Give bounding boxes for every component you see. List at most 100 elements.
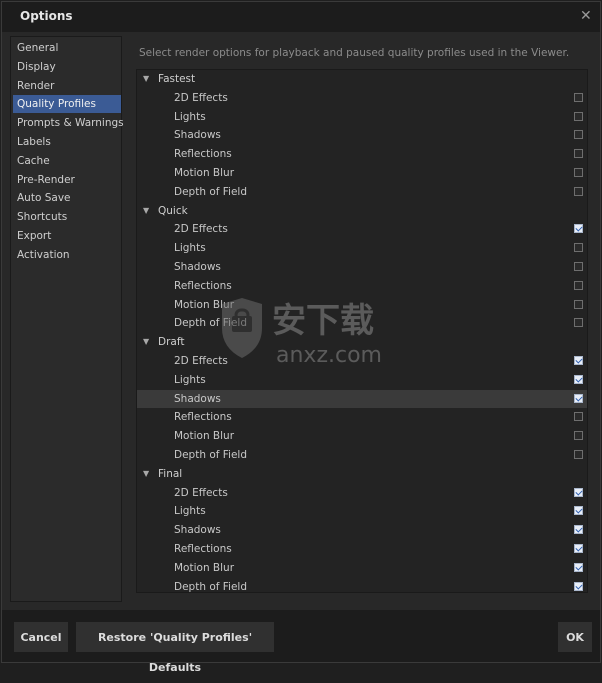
quality-profiles-tree: ▼ Fastest 2D Effects Lights Shadows Reflectio… [136,69,588,593]
ok-button[interactable]: OK [558,622,592,652]
option-label: Shadows [174,392,221,405]
option-label: 2D Effects [174,486,228,499]
chevron-down-icon[interactable]: ▼ [143,465,149,483]
option-label: Depth of Field [174,317,248,330]
option-label: Motion Blur [174,298,235,311]
option-checkbox[interactable] [574,168,583,177]
option-checkbox[interactable] [574,544,583,553]
option-label: Depth of Field [174,185,248,198]
option-row[interactable]: Shadows [137,126,587,144]
sidebar: General Display Render Quality Profiles Prom… [10,36,124,602]
option-row[interactable]: Shadows [137,389,587,408]
sidebar-item-activation[interactable]: Activation [13,246,121,264]
option-row[interactable]: 2D Effects [137,89,587,107]
option-checkbox[interactable] [574,111,583,121]
option-checkbox[interactable] [574,412,583,422]
option-checkbox[interactable] [574,130,583,140]
option-row[interactable]: Motion Blur [137,296,587,314]
option-row[interactable]: Reflections [137,277,587,295]
option-row[interactable]: 2D Effects [137,484,587,502]
restore-defaults-button[interactable]: Restore 'Quality Profiles' Defaults [76,622,274,674]
group-label: Draft [158,336,185,349]
option-row[interactable]: Lights [137,108,587,126]
option-row[interactable]: Lights [137,239,587,257]
option-row[interactable]: Shadows [137,258,587,276]
sidebar-item-display[interactable]: Display [13,58,121,76]
sidebar-item-render[interactable]: Render [13,77,121,95]
sidebar-item-quality-profiles[interactable]: Quality Profiles [13,95,121,114]
sidebar-item-prompts-warnings[interactable]: Prompts & Warnings [13,114,124,132]
page-description: Select render options for playback and p… [139,47,570,59]
option-checkbox[interactable] [574,356,583,365]
option-row[interactable]: Shadows [137,521,587,539]
option-row[interactable]: Lights [137,502,587,520]
option-label: 2D Effects [174,91,228,104]
option-row[interactable]: Depth of Field [137,183,587,201]
option-row[interactable]: Depth of Field [137,314,587,332]
group-quick[interactable]: ▼ Quick [137,202,587,220]
close-icon[interactable]: ✕ [580,8,592,24]
sidebar-item-pre-render[interactable]: Pre-Render [13,171,121,189]
option-label: Reflections [174,411,232,424]
option-row[interactable]: Depth of Field [137,446,587,464]
sidebar-item-auto-save[interactable]: Auto Save [13,189,121,207]
option-row[interactable]: 2D Effects [137,220,587,238]
option-label: Shadows [174,524,221,537]
option-row[interactable]: Depth of Field [137,578,587,596]
option-label: Depth of Field [174,449,248,461]
group-draft[interactable]: ▼ Draft [137,333,587,351]
option-label: Reflections [174,279,232,292]
option-checkbox[interactable] [574,186,583,196]
option-checkbox[interactable] [574,262,583,271]
option-label: Lights [174,505,206,518]
option-checkbox[interactable] [574,374,583,384]
option-label: Lights [174,242,206,255]
sidebar-item-cache[interactable]: Cache [13,152,121,170]
cancel-button[interactable]: Cancel [14,622,68,652]
option-label: Depth of Field [174,580,248,593]
option-checkbox[interactable] [574,525,583,535]
option-checkbox[interactable] [574,581,583,591]
chevron-down-icon[interactable]: ▼ [143,202,149,220]
option-checkbox[interactable] [574,92,583,102]
group-label: Final [158,467,183,480]
option-checkbox[interactable] [574,450,583,459]
option-row[interactable]: Reflections [137,408,587,426]
group-label: Quick [158,204,188,217]
options-dialog: Options ✕ General Display Render Quality Pr… [1,1,601,674]
option-row[interactable]: 2D Effects [137,352,587,370]
option-row[interactable]: Lights [137,371,587,389]
option-checkbox[interactable] [574,243,583,253]
dialog-footer: Cancel Restore 'Quality Profiles' Defaul… [2,610,600,674]
option-row[interactable]: Motion Blur [137,164,587,182]
option-checkbox[interactable] [574,149,583,159]
option-row[interactable]: Reflections [137,540,587,558]
option-checkbox[interactable] [574,318,583,328]
option-label: Lights [174,110,206,123]
option-checkbox[interactable] [574,393,583,403]
sidebar-item-general[interactable]: General [13,39,121,57]
group-label: Fastest [158,73,196,85]
option-row[interactable]: Motion Blur [137,427,587,445]
option-checkbox[interactable] [574,506,583,516]
chevron-down-icon[interactable]: ▼ [143,70,149,88]
option-label: Motion Blur [174,561,235,574]
option-checkbox[interactable] [574,280,583,290]
option-checkbox[interactable] [574,431,583,441]
sidebar-item-shortcuts[interactable]: Shortcuts [13,208,121,226]
option-label: Motion Blur [174,430,235,443]
option-checkbox[interactable] [574,562,583,572]
sidebar-item-export[interactable]: Export [13,227,121,245]
group-fastest[interactable]: ▼ Fastest [137,70,587,88]
chevron-down-icon[interactable]: ▼ [143,333,149,351]
option-checkbox[interactable] [574,224,583,234]
dialog-title: Options [20,9,73,23]
option-row[interactable]: Motion Blur [137,559,587,577]
option-checkbox[interactable] [574,299,583,309]
option-checkbox[interactable] [574,487,583,497]
option-row[interactable]: Reflections [137,145,587,163]
option-label: 2D Effects [174,223,228,236]
sidebar-item-labels[interactable]: Labels [13,133,121,151]
option-label: Lights [174,373,206,386]
group-final[interactable]: ▼ Final [137,465,587,483]
